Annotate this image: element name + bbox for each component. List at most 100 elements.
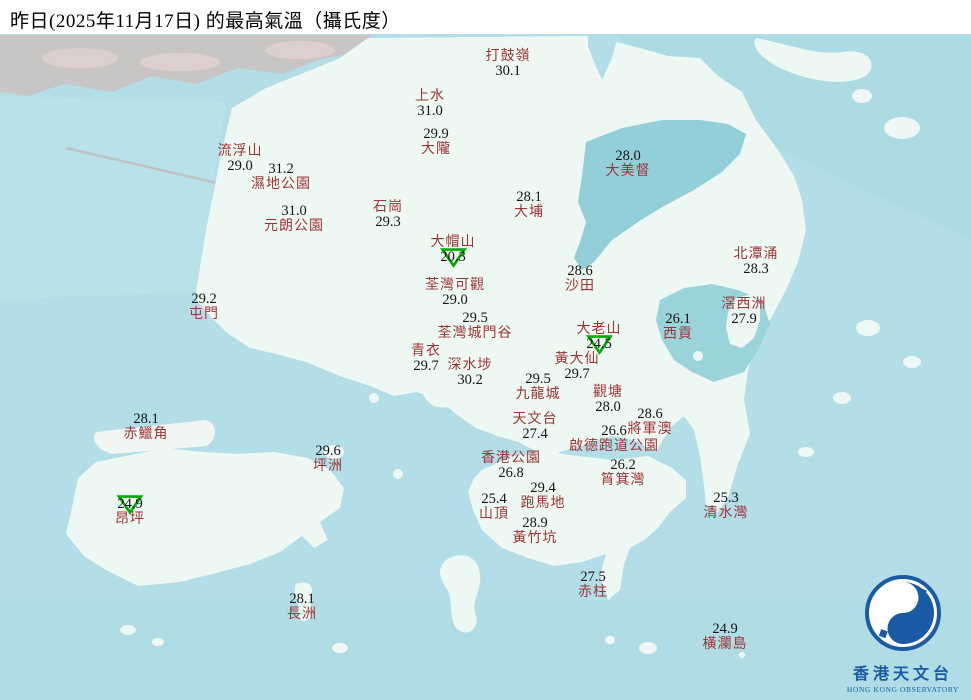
- station-label: 九龍城: [515, 387, 561, 402]
- station-temperature: 29.2: [191, 291, 217, 307]
- station-temperature: 31.0: [417, 103, 443, 119]
- station-temperature: 29.3: [375, 214, 401, 230]
- station-昂坪: 24.9 昂坪: [115, 494, 145, 527]
- station-temperature: 28.0: [615, 148, 641, 164]
- station-label: 黃竹坑: [512, 531, 558, 546]
- station-大老山: 大老山 24.5: [577, 322, 622, 355]
- station-temperature: 26.1: [665, 311, 691, 327]
- station-temperature: 30.2: [457, 372, 483, 388]
- station-temperature: 28.1: [516, 189, 542, 205]
- station-temperature: 20.3: [431, 247, 476, 268]
- station-temperature: 27.4: [522, 426, 548, 442]
- station-九龍城: 29.5 九龍城: [515, 372, 561, 403]
- station-荃灣城門谷: 29.5 荃灣城門谷: [438, 310, 513, 342]
- hko-logo: 香港天文台 HONG KONG OBSERVATORY: [841, 573, 965, 694]
- station-temperature: 30.1: [495, 63, 521, 79]
- station-大帽山: 大帽山 20.3: [431, 235, 476, 268]
- station-赤鱲角: 28.1 赤鱲角: [124, 411, 169, 443]
- station-temperature: 27.9: [731, 311, 757, 327]
- station-temperature: 28.1: [133, 411, 159, 427]
- station-大美督: 28.0 大美督: [605, 148, 651, 180]
- station-label: 屯門: [189, 307, 219, 322]
- station-label: 流浮山: [217, 144, 263, 159]
- station-temperature: 28.1: [289, 591, 315, 607]
- station-temperature: 24.9: [115, 494, 145, 515]
- station-label: 天文台: [512, 412, 558, 427]
- station-temperature: 27.5: [580, 569, 606, 585]
- station-label: 石崗: [373, 200, 403, 215]
- station-香港公園: 香港公園 26.8: [481, 451, 541, 481]
- station-label: 跑馬地: [520, 496, 566, 511]
- station-label: 清水灣: [703, 506, 749, 521]
- station-label: 青衣: [411, 344, 441, 359]
- station-天文台: 天文台 27.4: [513, 412, 558, 442]
- station-label: 橫瀾島: [702, 637, 748, 652]
- station-temperature: 29.5: [462, 310, 488, 326]
- station-label: 荃灣可觀: [425, 278, 485, 293]
- station-temperature: 26.2: [610, 457, 636, 473]
- station-label: 滘西洲: [721, 297, 767, 312]
- station-label: 北潭涌: [733, 247, 779, 262]
- station-label: 元朗公園: [264, 219, 324, 234]
- station-temperature: 28.0: [595, 399, 621, 415]
- station-啟德跑道公園: 26.6 啟德跑道公園: [569, 423, 659, 455]
- station-label: 山頂: [479, 507, 509, 522]
- station-元朗公園: 31.0 元朗公園: [264, 203, 324, 235]
- station-荃灣可觀: 荃灣可觀 29.0: [425, 278, 485, 308]
- station-temperature: 29.9: [423, 126, 449, 142]
- station-label: 筲箕灣: [600, 473, 646, 488]
- station-上水: 上水 31.0: [415, 89, 445, 119]
- station-西貢: 26.1 西貢: [663, 311, 693, 343]
- station-temperature: 26.6: [601, 423, 627, 439]
- station-濕地公園: 31.2 濕地公園: [251, 161, 311, 193]
- station-深水埗: 深水埗 30.2: [448, 358, 493, 388]
- station-坪洲: 29.6 坪洲: [313, 443, 343, 475]
- station-label: 大美督: [605, 164, 651, 179]
- station-label: 啟德跑道公園: [569, 439, 659, 454]
- station-temperature: 31.2: [268, 161, 294, 177]
- station-山頂: 25.4 山頂: [479, 491, 509, 523]
- hko-logo-icon: [865, 575, 941, 651]
- station-label: 上水: [415, 89, 445, 104]
- station-temperature: 29.7: [413, 358, 439, 374]
- stations-layer: 打鼓嶺 30.1 上水 31.0 29.9 大隴 流浮山 29.0 31.2 濕地公園 31.0 元朗…: [0, 0, 971, 700]
- station-label: 黃大仙: [554, 352, 600, 367]
- station-橫瀾島: 24.9 橫瀾島: [702, 622, 748, 653]
- station-label: 打鼓嶺: [485, 49, 531, 64]
- station-清水灣: 25.3 清水灣: [703, 490, 749, 522]
- station-赤柱: 27.5 赤柱: [578, 569, 608, 601]
- station-黃竹坑: 28.9 黃竹坑: [512, 516, 558, 547]
- station-temperature: 29.6: [315, 443, 341, 459]
- station-跑馬地: 29.4 跑馬地: [520, 481, 566, 512]
- station-長洲: 28.1 長洲: [287, 591, 317, 623]
- station-滘西洲: 滘西洲 27.9: [722, 297, 767, 327]
- station-temperature: 24.5: [577, 334, 622, 355]
- station-label: 大埔: [514, 205, 544, 220]
- station-石崗: 石崗 29.3: [373, 200, 403, 230]
- station-大隴: 29.9 大隴: [421, 126, 451, 158]
- hko-logo-name-en: HONG KONG OBSERVATORY: [846, 685, 960, 694]
- station-北潭涌: 北潭涌 28.3: [734, 247, 779, 277]
- station-屯門: 29.2 屯門: [189, 291, 219, 323]
- station-temperature: 28.6: [637, 406, 663, 422]
- station-label: 濕地公園: [251, 177, 311, 192]
- station-temperature: 28.3: [743, 261, 769, 277]
- station-temperature: 25.3: [713, 490, 739, 506]
- station-label: 西貢: [663, 327, 693, 342]
- station-temperature: 25.4: [481, 491, 507, 507]
- green-triangle-marker-icon: [116, 493, 144, 515]
- station-沙田: 28.6 沙田: [565, 263, 595, 295]
- station-青衣: 青衣 29.7: [411, 344, 441, 374]
- weather-map-page: 打鼓嶺 30.1 上水 31.0 29.9 大隴 流浮山 29.0 31.2 濕地公園 31.0 元朗…: [0, 0, 971, 700]
- station-label: 赤柱: [578, 585, 608, 600]
- station-label: 香港公園: [481, 451, 541, 466]
- station-temperature: 29.0: [442, 292, 468, 308]
- station-黃大仙: 黃大仙 29.7: [555, 352, 600, 382]
- station-label: 長洲: [287, 607, 317, 622]
- station-temperature: 26.8: [498, 465, 524, 481]
- station-觀塘: 觀塘 28.0: [593, 385, 623, 415]
- station-label: 坪洲: [313, 459, 343, 474]
- station-temperature: 31.0: [281, 203, 307, 219]
- station-temperature: 28.6: [567, 263, 593, 279]
- station-temperature: 29.7: [564, 366, 590, 382]
